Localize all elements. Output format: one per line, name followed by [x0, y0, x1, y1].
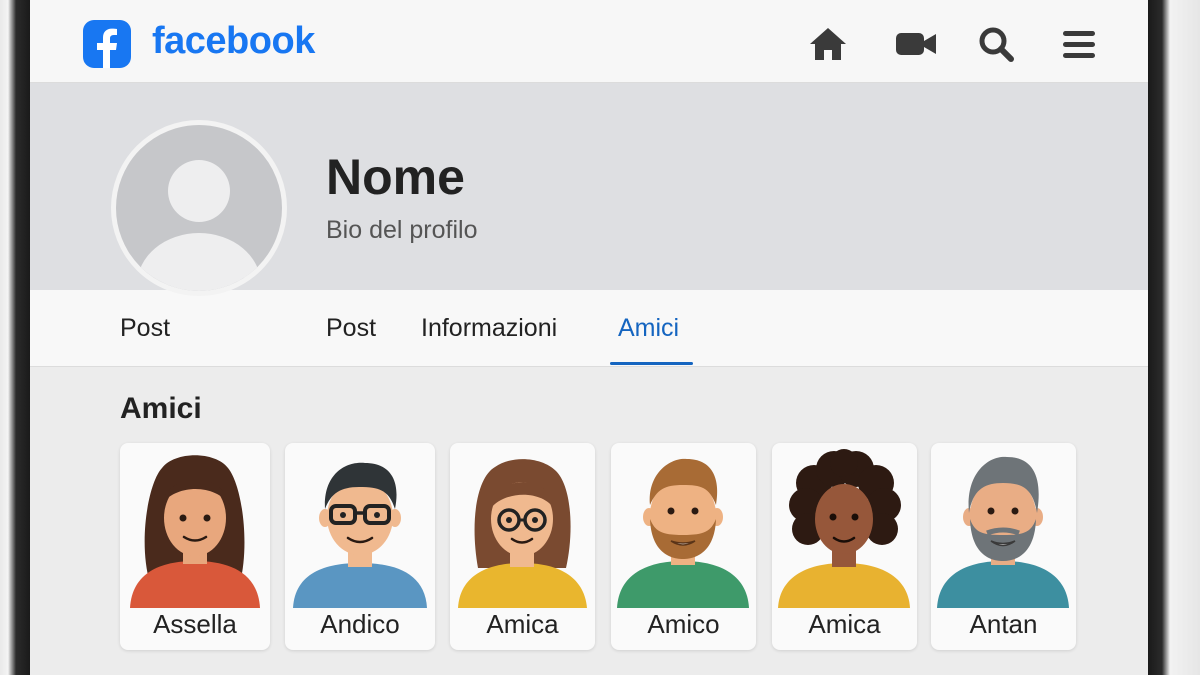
friend-name: Amica	[486, 609, 559, 639]
friend-avatar-man-glasses	[293, 462, 427, 608]
friend-avatar-man-grey-beard	[937, 456, 1069, 608]
device-bezel-right	[1148, 0, 1200, 675]
friend-card[interactable]: Amico	[611, 443, 756, 650]
friend-avatar-man-beard	[617, 458, 749, 608]
profile-tabs: Post Post Informazioni Amici	[30, 290, 1148, 367]
friend-card[interactable]: Amica	[772, 443, 917, 650]
menu-icon[interactable]	[1060, 24, 1100, 64]
friend-name: Assella	[153, 609, 237, 639]
video-icon[interactable]	[894, 24, 936, 64]
friend-name: Amica	[808, 609, 881, 639]
device-frame: facebook Nome Bio del profilo Post Post …	[0, 0, 1200, 675]
app-screen: facebook Nome Bio del profilo Post Post …	[30, 0, 1148, 675]
profile-bio: Bio del profilo	[326, 216, 478, 244]
top-navigation-bar: facebook	[30, 0, 1148, 83]
friend-name: Andico	[320, 609, 400, 639]
friend-card[interactable]: Andico	[285, 443, 435, 650]
device-bezel-left	[0, 0, 30, 675]
friend-card[interactable]: Antan	[931, 443, 1076, 650]
friend-avatar-woman-curly-hair	[778, 449, 910, 608]
brand-wordmark[interactable]: facebook	[152, 20, 315, 63]
tab-post[interactable]: Post	[326, 314, 376, 343]
tab-informazioni[interactable]: Informazioni	[421, 314, 557, 343]
friend-avatar-woman-long-hair	[130, 455, 260, 608]
home-icon[interactable]	[808, 24, 848, 64]
friend-card[interactable]: Amica	[450, 443, 595, 650]
active-tab-indicator	[610, 362, 693, 365]
tab-amici[interactable]: Amici	[618, 314, 679, 343]
friend-avatar-woman-glasses	[458, 459, 587, 608]
friends-section-title: Amici	[120, 392, 202, 425]
search-icon[interactable]	[976, 24, 1016, 64]
friend-name: Amico	[647, 609, 720, 639]
friend-name: Antan	[969, 609, 1038, 639]
facebook-f-icon[interactable]	[83, 20, 131, 68]
profile-name: Nome	[326, 149, 465, 205]
default-avatar-icon[interactable]	[111, 120, 287, 296]
friend-card[interactable]: Assella	[120, 443, 270, 650]
tab-post-primary[interactable]: Post	[120, 314, 170, 343]
